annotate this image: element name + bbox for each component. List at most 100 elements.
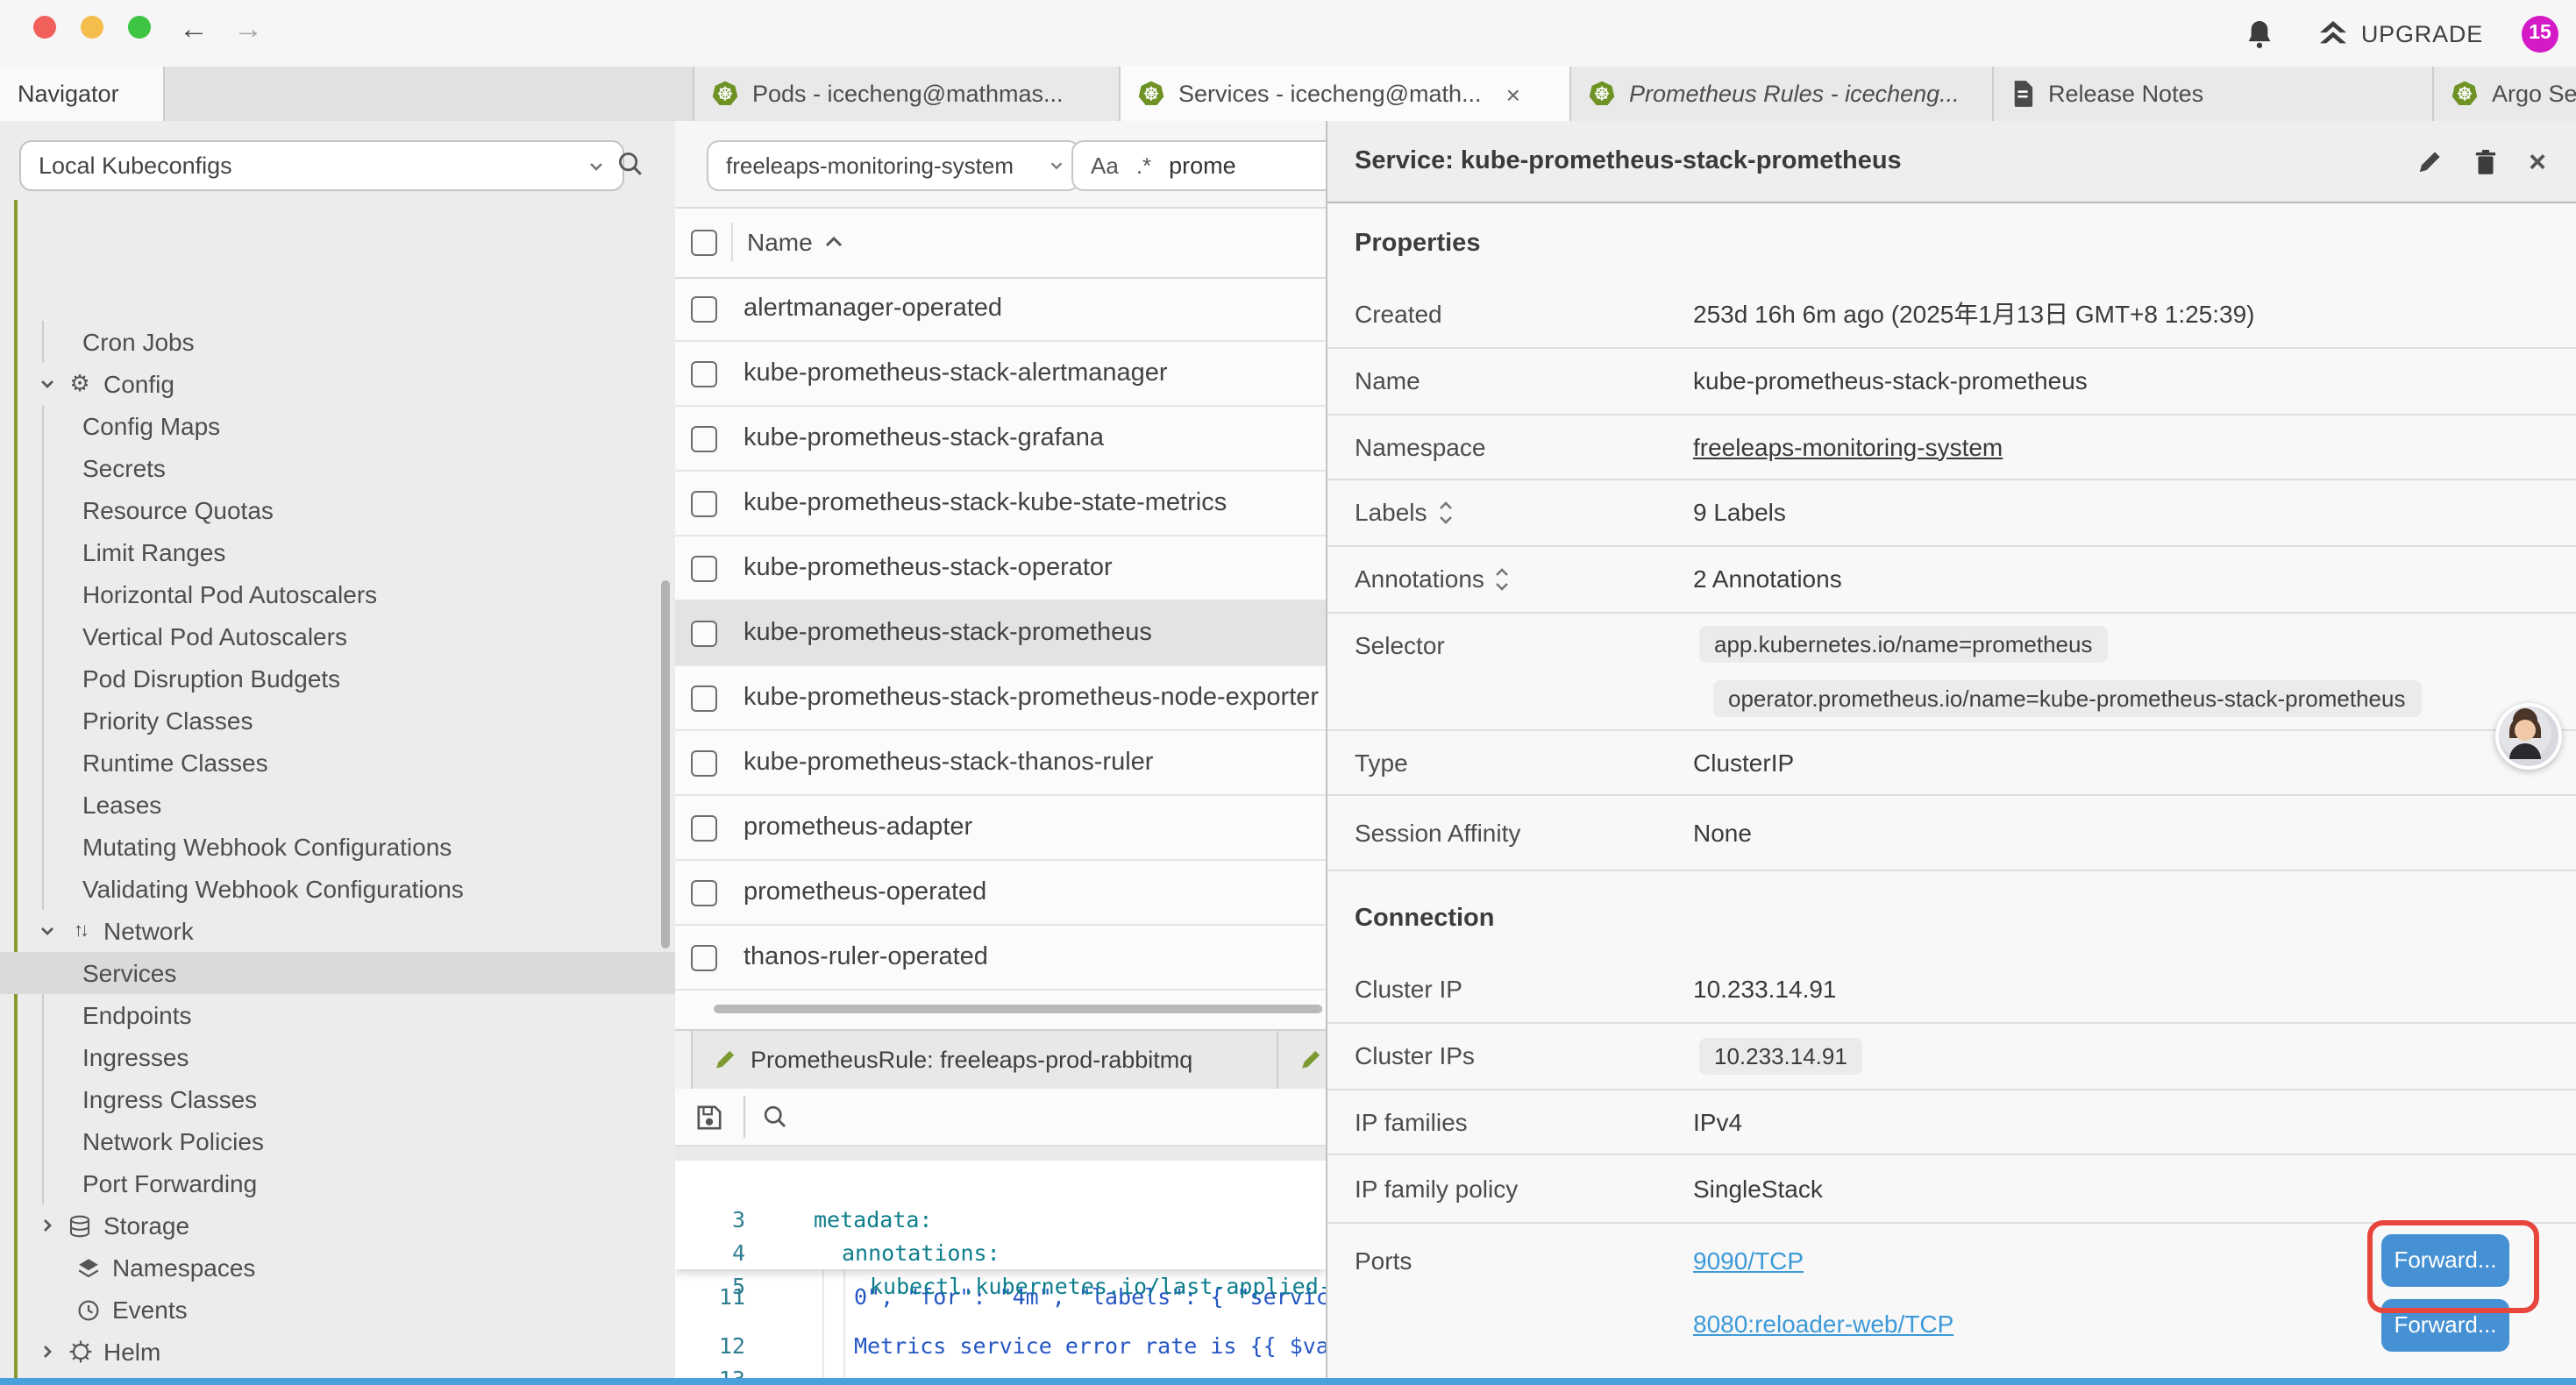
- sidebar-item-vertical-pod-autoscalers[interactable]: Vertical Pod Autoscalers: [0, 615, 675, 657]
- sidebar-item-endpoints[interactable]: Endpoints: [0, 994, 675, 1036]
- row-checkbox[interactable]: [691, 425, 717, 451]
- sidebar-item-runtime-classes[interactable]: Runtime Classes: [0, 742, 675, 784]
- service-row[interactable]: kube-prometheus-stack-kube-state-metrics: [675, 472, 1325, 536]
- row-checkbox[interactable]: [691, 814, 717, 841]
- minimize-traffic-light[interactable]: [81, 16, 103, 39]
- sidebar-item-resource-quotas[interactable]: Resource Quotas: [0, 489, 675, 531]
- sidebar-item-cron-jobs[interactable]: Cron Jobs: [0, 321, 675, 363]
- row-checkbox[interactable]: [691, 360, 717, 387]
- editor-tab-prometheusrule[interactable]: PrometheusRule: freeleaps-prod-rabbitmq: [691, 1031, 1319, 1089]
- sidebar-item-validating-webhook-configurations[interactable]: Validating Webhook Configurations: [0, 868, 675, 910]
- save-icon[interactable]: [696, 1104, 722, 1130]
- code-line: 5kubectl.kubernetes.io/last-applied-conf…: [675, 1236, 1325, 1269]
- service-row[interactable]: prometheus-operated: [675, 861, 1325, 926]
- row-checkbox[interactable]: [691, 879, 717, 906]
- name-column-header[interactable]: Name: [747, 228, 813, 256]
- pencil-icon: [1299, 1048, 1322, 1071]
- sidebar-item-limit-ranges[interactable]: Limit Ranges: [0, 531, 675, 573]
- sidebar-item-services[interactable]: Services: [0, 952, 675, 994]
- sidebar-group-storage[interactable]: Storage: [0, 1204, 675, 1246]
- properties-section-heading: Properties: [1355, 230, 1480, 258]
- namespace-link[interactable]: freeleaps-monitoring-system: [1693, 432, 2003, 460]
- zoom-traffic-light[interactable]: [128, 16, 151, 39]
- row-checkbox[interactable]: [691, 295, 717, 322]
- notification-bell-icon[interactable]: [2247, 18, 2274, 48]
- upgrade-button[interactable]: UPGRADE: [2319, 20, 2483, 46]
- sidebar-item-ingress-classes[interactable]: Ingress Classes: [0, 1078, 675, 1120]
- filter-search-input[interactable]: Aa .* prome: [1071, 140, 1325, 191]
- port-link-8080[interactable]: 8080:reloader-web/TCP: [1693, 1310, 1953, 1338]
- navigator-tab[interactable]: Navigator: [0, 67, 165, 121]
- tab-argo-label: Argo Se: [2492, 81, 2576, 107]
- editor-search-icon[interactable]: [763, 1104, 787, 1129]
- detail-row-selector: Selector app.kubernetes.io/name=promethe…: [1327, 612, 2576, 731]
- sidebar-item-namespaces[interactable]: Namespaces: [0, 1246, 675, 1289]
- sidebar-group-config[interactable]: ⚙ Config: [0, 363, 675, 405]
- regex-toggle[interactable]: .*: [1136, 153, 1151, 179]
- sidebar-item-pod-disruption-budgets[interactable]: Pod Disruption Budgets: [0, 657, 675, 700]
- pencil-icon: [714, 1048, 737, 1071]
- tab-release-notes[interactable]: Release Notes: [1992, 67, 2467, 121]
- row-checkbox[interactable]: [691, 944, 717, 970]
- sidebar-search-icon[interactable]: [617, 151, 644, 177]
- service-row-selected[interactable]: kube-prometheus-stack-prometheus: [675, 601, 1325, 666]
- close-traffic-light[interactable]: [33, 16, 56, 39]
- sidebar-item-leases[interactable]: Leases: [0, 784, 675, 826]
- row-checkbox[interactable]: [691, 490, 717, 516]
- sidebar-item-priority-classes[interactable]: Priority Classes: [0, 700, 675, 742]
- double-chevron-up-icon: [2319, 20, 2349, 46]
- sidebar-item-horizontal-pod-autoscalers[interactable]: Horizontal Pod Autoscalers: [0, 573, 675, 615]
- yaml-editor[interactable]: 110", "for": "4m", "labels": { "service"…: [675, 1161, 1325, 1378]
- port-link-9090[interactable]: 9090/TCP: [1693, 1246, 1804, 1275]
- sidebar-item-port-forwarding[interactable]: Port Forwarding: [0, 1162, 675, 1204]
- tab-close-icon[interactable]: ×: [1506, 80, 1520, 108]
- service-row[interactable]: kube-prometheus-stack-grafana: [675, 407, 1325, 472]
- tab-services[interactable]: Services - icecheng@math... ×: [1119, 67, 1583, 121]
- row-checkbox[interactable]: [691, 749, 717, 776]
- code-line: 3metadata:: [675, 1169, 1325, 1203]
- sidebar-item-secrets[interactable]: Secrets: [0, 447, 675, 489]
- horizontal-scrollbar[interactable]: [714, 1005, 1322, 1013]
- expand-collapse-icon[interactable]: [1495, 567, 1511, 590]
- service-row[interactable]: kube-prometheus-stack-alertmanager: [675, 342, 1325, 407]
- service-row[interactable]: prometheus-adapter: [675, 796, 1325, 861]
- delete-trash-icon[interactable]: [2474, 148, 2497, 174]
- sidebar-group-network[interactable]: ↑↓ Network: [0, 910, 675, 952]
- sidebar-item-network-policies[interactable]: Network Policies: [0, 1120, 675, 1162]
- filter-query-text: prome: [1169, 153, 1236, 179]
- select-all-checkbox[interactable]: [691, 229, 717, 255]
- avatar[interactable]: [2495, 703, 2562, 770]
- row-checkbox[interactable]: [691, 685, 717, 711]
- row-checkbox[interactable]: [691, 555, 717, 581]
- tab-argo[interactable]: Argo Se: [2432, 67, 2576, 121]
- service-row[interactable]: kube-prometheus-stack-operator: [675, 536, 1325, 601]
- back-button[interactable]: ←: [179, 9, 209, 51]
- sidebar-item-ingresses[interactable]: Ingresses: [0, 1036, 675, 1078]
- row-checkbox[interactable]: [691, 620, 717, 646]
- app-window: ← → UPGRADE 15 Navigator Pods - icecheng…: [0, 0, 2576, 1385]
- sidebar-item-events[interactable]: Events: [0, 1289, 675, 1331]
- service-row[interactable]: alertmanager-operated: [675, 277, 1325, 342]
- sidebar-group-helm[interactable]: Helm: [0, 1331, 675, 1373]
- case-sensitive-toggle[interactable]: Aa: [1091, 153, 1119, 179]
- tab-pods[interactable]: Pods - icecheng@mathmas...: [693, 67, 1157, 121]
- close-icon[interactable]: ×: [2529, 148, 2546, 174]
- expand-collapse-icon[interactable]: [1438, 501, 1454, 523]
- kubeconfig-selector-value: Local Kubeconfigs: [39, 153, 232, 179]
- service-row[interactable]: kube-prometheus-stack-prometheus-node-ex…: [675, 666, 1325, 731]
- kubeconfig-selector[interactable]: Local Kubeconfigs: [19, 140, 624, 191]
- sidebar-scrollbar[interactable]: [661, 580, 669, 948]
- forward-button[interactable]: →: [233, 9, 263, 51]
- count-badge[interactable]: 15: [2522, 15, 2558, 52]
- service-row[interactable]: thanos-ruler-operated: [675, 926, 1325, 991]
- navigator-tab-label: Navigator: [18, 81, 119, 107]
- section-divider: [1327, 870, 2576, 871]
- sort-asc-icon[interactable]: [825, 235, 844, 249]
- edit-pencil-icon[interactable]: [2416, 148, 2443, 174]
- service-row[interactable]: kube-prometheus-stack-thanos-ruler: [675, 731, 1325, 796]
- editor-tab-next[interactable]: [1277, 1031, 1325, 1089]
- sidebar-item-config-maps[interactable]: Config Maps: [0, 405, 675, 447]
- tab-prometheus-rules[interactable]: Prometheus Rules - icecheng...: [1569, 67, 2027, 121]
- namespace-selector[interactable]: freeleaps-monitoring-system: [707, 140, 1080, 191]
- sidebar-item-mutating-webhook-configurations[interactable]: Mutating Webhook Configurations: [0, 826, 675, 868]
